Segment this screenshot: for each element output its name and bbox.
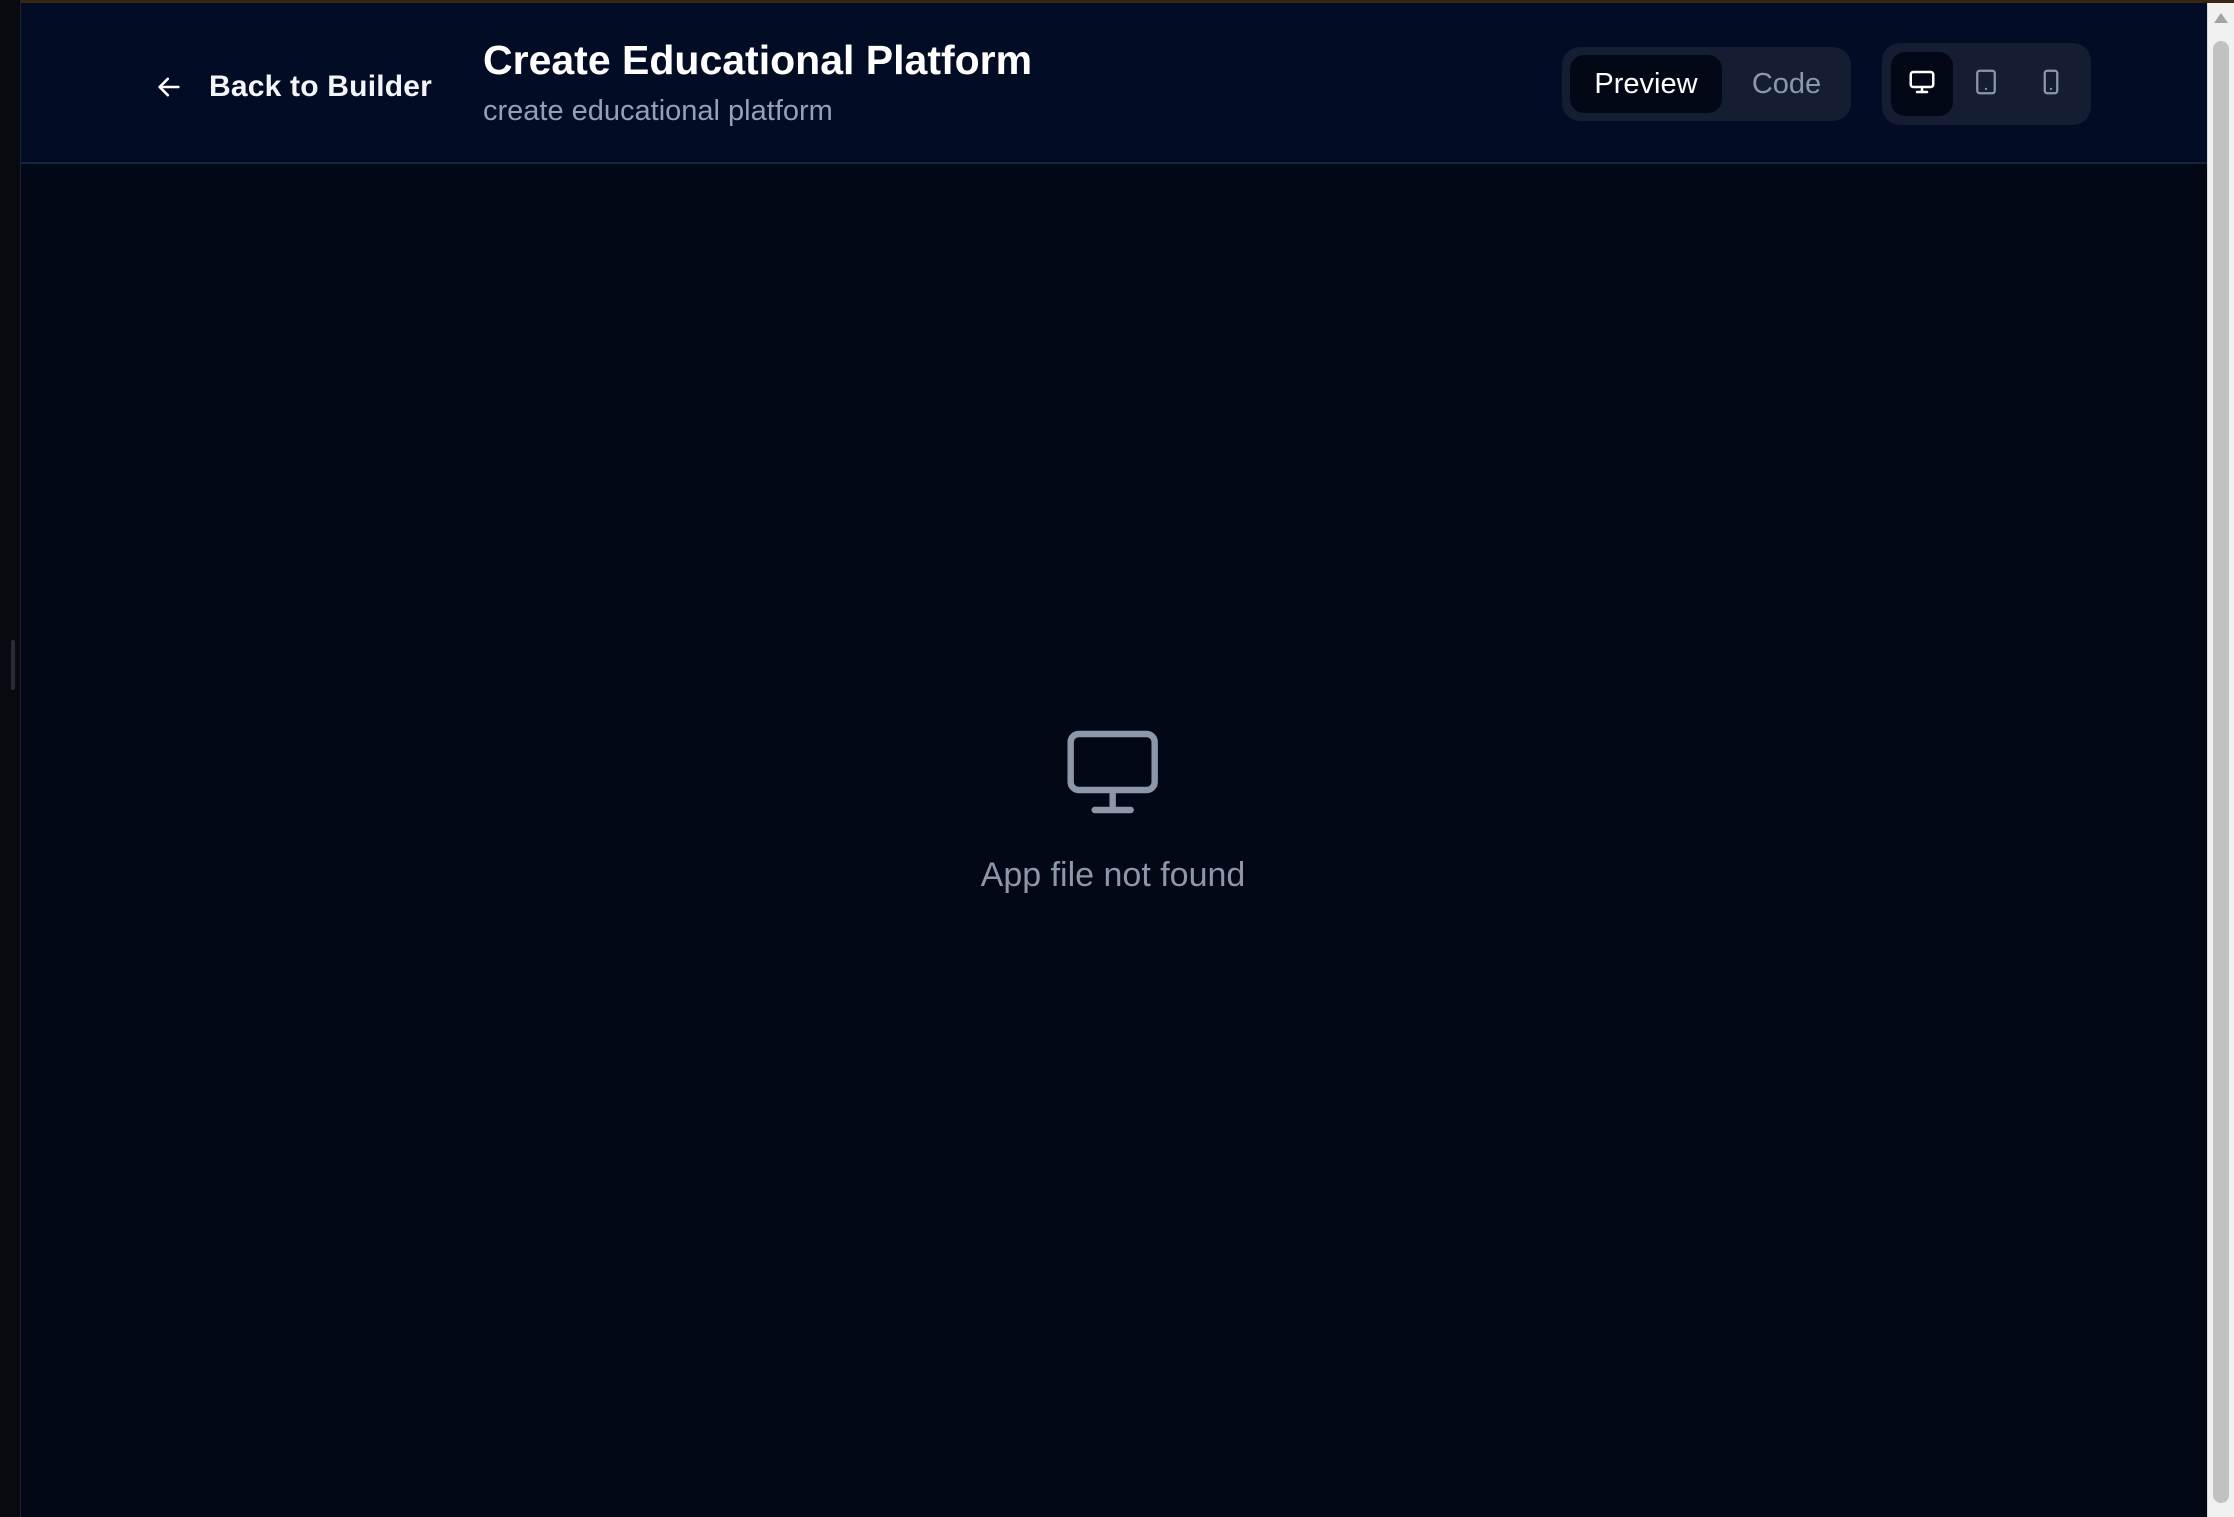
tablet-icon [1971, 67, 2001, 102]
desktop-view-button[interactable] [1891, 52, 1954, 116]
scroll-up-arrow-icon[interactable] [2214, 13, 2228, 23]
resize-handle[interactable] [11, 640, 15, 690]
arrow-left-icon [155, 73, 183, 101]
page-subtitle: create educational platform [483, 95, 833, 127]
vertical-scrollbar[interactable] [2207, 3, 2234, 1517]
preview-tab[interactable]: Preview [1570, 55, 1722, 113]
code-tab[interactable]: Code [1730, 55, 1843, 113]
back-button-label: Back to Builder [209, 70, 433, 103]
tablet-view-button[interactable] [1955, 52, 2017, 116]
back-to-builder-button[interactable]: Back to Builder [155, 57, 432, 117]
desktop-icon [1907, 67, 1937, 102]
empty-state-message: App file not found [980, 856, 1246, 894]
left-panel-edge [0, 0, 21, 1517]
empty-state: App file not found [980, 730, 1246, 895]
device-size-toggle [1882, 43, 2091, 125]
page-title: Create Educational Platform [483, 37, 1033, 83]
preview-header: Back to Builder Create Educational Platf… [21, 3, 2207, 164]
mobile-icon [2036, 67, 2066, 102]
monitor-icon [1067, 730, 1159, 816]
mobile-view-button[interactable] [2020, 52, 2082, 116]
scrollbar-thumb[interactable] [2213, 41, 2229, 1503]
view-mode-toggle: Preview Code [1562, 47, 1851, 121]
app-window: Back to Builder Create Educational Platf… [0, 0, 2234, 1517]
